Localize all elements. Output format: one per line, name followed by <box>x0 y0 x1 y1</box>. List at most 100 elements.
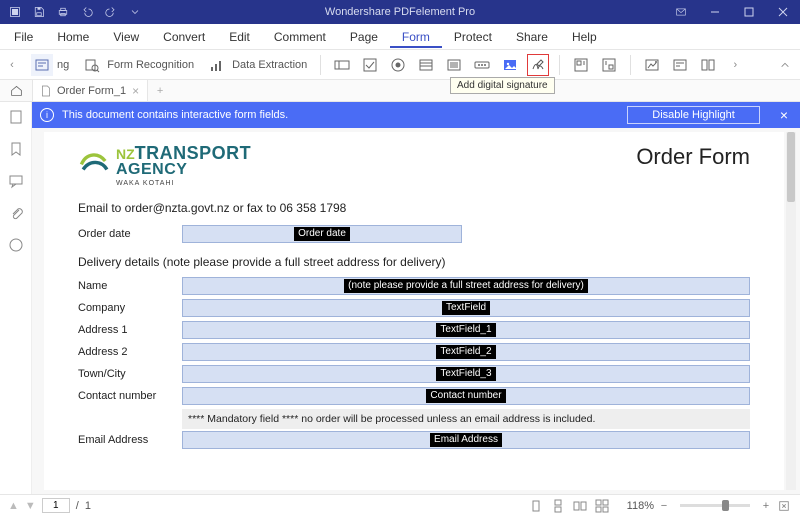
zoom-slider-handle[interactable] <box>722 500 729 511</box>
qat-dropdown-icon[interactable] <box>124 1 146 23</box>
page-next-icon[interactable]: ▼ <box>25 500 36 512</box>
add-tab-button[interactable]: + <box>148 80 172 101</box>
name-label: Name <box>78 280 172 292</box>
order-date-field[interactable]: Order date <box>182 225 462 243</box>
content-area: i This document contains interactive for… <box>0 102 800 494</box>
digital-signature-icon[interactable] <box>527 54 549 76</box>
order-date-label: Order date <box>78 228 172 240</box>
field-tag: TextField_3 <box>436 367 495 381</box>
name-field[interactable]: (note please provide a full street addre… <box>182 277 750 295</box>
address1-label: Address 1 <box>78 324 172 336</box>
redo-icon[interactable] <box>100 1 122 23</box>
comments-icon[interactable] <box>7 172 25 190</box>
form-tool-e-icon[interactable] <box>697 54 719 76</box>
checkbox-field-icon[interactable] <box>359 54 381 76</box>
town-label: Town/City <box>78 368 172 380</box>
combobox-field-icon[interactable] <box>415 54 437 76</box>
text-field-icon[interactable] <box>331 54 353 76</box>
town-field[interactable]: TextField_3 <box>182 365 750 383</box>
menubar: File Home View Convert Edit Comment Page… <box>0 24 800 50</box>
page-prev-icon[interactable]: ▲ <box>8 500 19 512</box>
view-single-icon[interactable] <box>527 498 545 514</box>
form-tool-d-icon[interactable] <box>669 54 691 76</box>
listbox-field-icon[interactable] <box>443 54 465 76</box>
button-field-icon[interactable] <box>471 54 493 76</box>
attachments-icon[interactable] <box>7 204 25 222</box>
address2-field[interactable]: TextField_2 <box>182 343 750 361</box>
vertical-scrollbar[interactable] <box>786 132 796 490</box>
undo-icon[interactable] <box>76 1 98 23</box>
zoom-slider[interactable] <box>680 504 750 507</box>
view-facing-continuous-icon[interactable] <box>593 498 611 514</box>
data-extraction-label: Data Extraction <box>232 59 307 71</box>
email-field[interactable]: Email Address <box>182 431 750 449</box>
form-recognition-button[interactable]: Form Recognition <box>78 54 197 76</box>
logo-mark-icon <box>78 144 112 181</box>
page-current-input[interactable] <box>42 498 70 513</box>
tab-close-icon[interactable]: × <box>132 84 139 98</box>
contact-field[interactable]: Contact number <box>182 387 750 405</box>
menu-help[interactable]: Help <box>560 26 609 48</box>
zoom-in-button[interactable]: + <box>760 500 772 512</box>
statusbar: ▲ ▼ / 1 118% − + <box>0 494 800 516</box>
menu-share[interactable]: Share <box>504 26 560 48</box>
search-panel-icon[interactable] <box>7 236 25 254</box>
ribbon-scroll-left[interactable]: ‹ <box>4 59 20 71</box>
disable-highlight-button[interactable]: Disable Highlight <box>627 106 760 124</box>
form-edit-button[interactable]: ng <box>28 54 72 76</box>
app-menu-icon[interactable] <box>4 1 26 23</box>
document-tabs: Order Form_1 × + <box>0 80 800 102</box>
field-tag: (note please provide a full street addre… <box>344 279 588 293</box>
address1-field[interactable]: TextField_1 <box>182 321 750 339</box>
menu-protect[interactable]: Protect <box>442 26 504 48</box>
menu-convert[interactable]: Convert <box>151 26 217 48</box>
data-extraction-icon <box>206 54 228 76</box>
document-tab[interactable]: Order Form_1 × <box>32 80 148 101</box>
logo: NZTRANSPORT AGENCY WAKA KOTAHI <box>78 144 251 187</box>
print-icon[interactable] <box>52 1 74 23</box>
menu-edit[interactable]: Edit <box>217 26 262 48</box>
data-extraction-button[interactable]: Data Extraction <box>203 54 310 76</box>
view-facing-icon[interactable] <box>571 498 589 514</box>
mail-icon[interactable] <box>664 0 698 24</box>
home-tab-icon[interactable] <box>0 80 32 101</box>
menu-form[interactable]: Form <box>390 26 442 48</box>
document-viewer: i This document contains interactive for… <box>32 102 800 494</box>
radio-field-icon[interactable] <box>387 54 409 76</box>
image-field-icon[interactable] <box>499 54 521 76</box>
titlebar: Wondershare PDFelement Pro <box>0 0 800 24</box>
ribbon-scroll-right[interactable]: › <box>727 59 743 71</box>
form-recognition-label: Form Recognition <box>107 59 194 71</box>
banner-close-icon[interactable]: × <box>776 107 792 123</box>
bookmarks-icon[interactable] <box>7 140 25 158</box>
thumbnails-icon[interactable] <box>7 108 25 126</box>
company-field[interactable]: TextField <box>182 299 750 317</box>
menu-file[interactable]: File <box>2 26 45 48</box>
form-edit-icon <box>31 54 53 76</box>
form-tool-c-icon[interactable] <box>641 54 663 76</box>
ribbon-collapse-icon[interactable] <box>774 60 796 70</box>
menu-home[interactable]: Home <box>45 26 101 48</box>
view-continuous-icon[interactable] <box>549 498 567 514</box>
form-tool-b-icon[interactable] <box>598 54 620 76</box>
pdf-page: NZTRANSPORT AGENCY WAKA KOTAHI Order For… <box>44 132 784 490</box>
menu-view[interactable]: View <box>101 26 151 48</box>
fit-page-icon[interactable] <box>776 498 792 514</box>
maximize-button[interactable] <box>732 0 766 24</box>
menu-page[interactable]: Page <box>338 26 390 48</box>
logo-nz: NZ <box>116 146 135 162</box>
zoom-out-button[interactable]: − <box>658 500 670 512</box>
close-button[interactable] <box>766 0 800 24</box>
form-edit-label: ng <box>57 59 69 71</box>
save-icon[interactable] <box>28 1 50 23</box>
page-separator: / <box>76 500 79 512</box>
email-label: Email Address <box>78 434 172 446</box>
pager: ▲ ▼ / 1 <box>8 498 91 513</box>
menu-comment[interactable]: Comment <box>262 26 338 48</box>
logo-sub: WAKA KOTAHI <box>116 180 251 187</box>
minimize-button[interactable] <box>698 0 732 24</box>
scrollbar-thumb[interactable] <box>787 132 795 202</box>
field-tag: Order date <box>294 227 350 241</box>
address2-label: Address 2 <box>78 346 172 358</box>
form-tool-a-icon[interactable] <box>570 54 592 76</box>
